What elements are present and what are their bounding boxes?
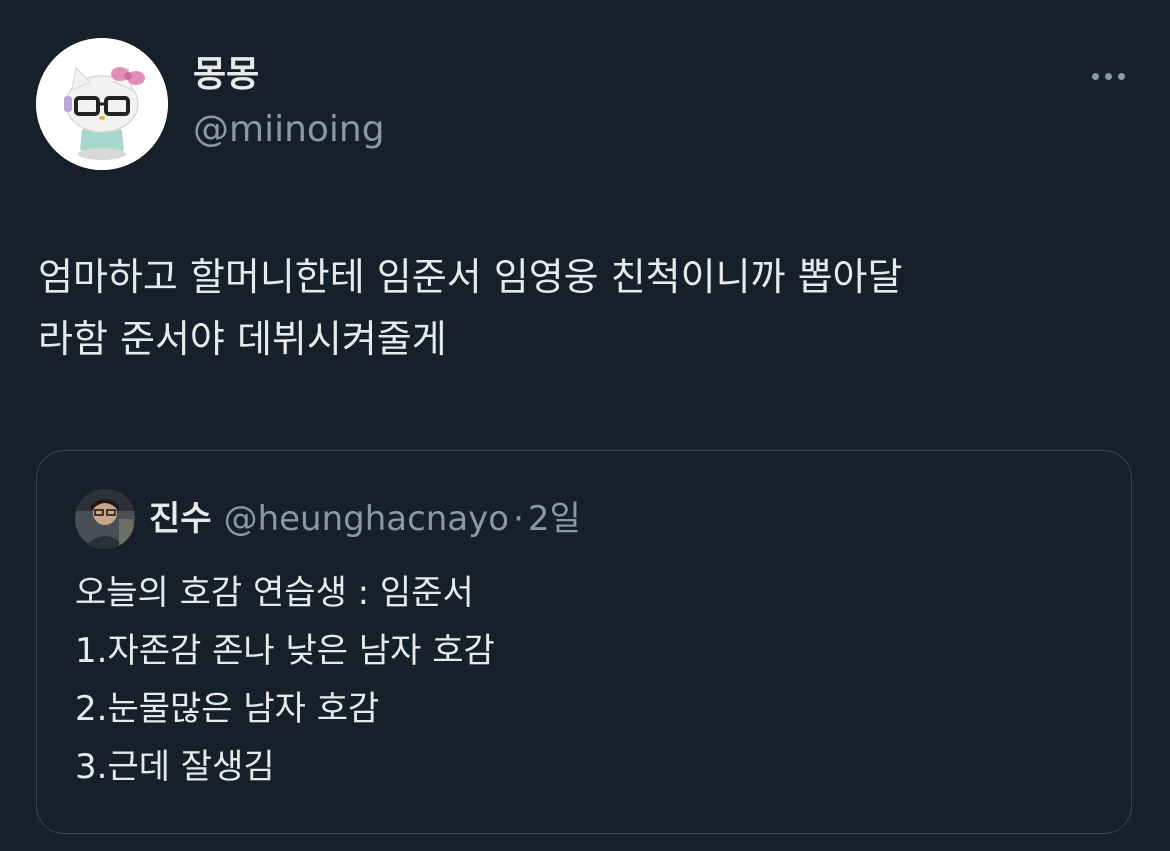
author-display-name[interactable]: 몽몽	[193, 52, 259, 98]
tweet[interactable]: 몽몽 @miinoing 엄마하고 할머니한테 임준서 임영웅 친척이니까 뽑아…	[0, 0, 1170, 851]
quoted-author-display-name[interactable]: 진수	[149, 499, 212, 539]
more-dots-icon	[1117, 72, 1125, 80]
author-handle[interactable]: @miinoing	[193, 107, 385, 153]
quoted-tweet-header: 진수 @heunghacnayo · 2일	[149, 496, 581, 542]
more-dots-icon	[1104, 72, 1112, 80]
more-options-button[interactable]	[1082, 58, 1134, 94]
tweet-text-line: 엄마하고 할머니한테 임준서 임영웅 친척이니까 뽑아달	[38, 255, 903, 299]
quoted-tweet-text: 오늘의 호감 연습생 : 임준서 1.자존감 존나 낮은 남자 호감 2.눈물많…	[75, 564, 495, 796]
quoted-author-handle[interactable]: @heunghacnayo	[224, 499, 510, 539]
separator-dot: ·	[513, 499, 524, 539]
person-photo-avatar-icon	[75, 489, 135, 549]
quoted-tweet-text-line: 1.자존감 존나 낮은 남자 호감	[75, 631, 495, 671]
quoted-tweet-card[interactable]: 진수 @heunghacnayo · 2일 오늘의 호감 연습생 : 임준서 1.자존…	[36, 450, 1132, 834]
hello-kitty-glasses-avatar-icon	[36, 38, 168, 170]
more-dots-icon	[1091, 72, 1099, 80]
quoted-tweet-time[interactable]: 2일	[528, 499, 581, 539]
tweet-text: 엄마하고 할머니한테 임준서 임영웅 친척이니까 뽑아달 라함 준서야 데뷔시켜…	[38, 246, 1138, 370]
quoted-author-avatar[interactable]	[75, 489, 135, 549]
quoted-tweet-text-line: 3.근데 잘생김	[75, 747, 275, 787]
author-avatar[interactable]	[36, 38, 168, 170]
quoted-tweet-text-line: 2.눈물많은 남자 호감	[75, 689, 380, 729]
tweet-text-line: 라함 준서야 데뷔시켜줄게	[38, 317, 447, 361]
quoted-tweet-text-line: 오늘의 호감 연습생 : 임준서	[75, 573, 474, 613]
